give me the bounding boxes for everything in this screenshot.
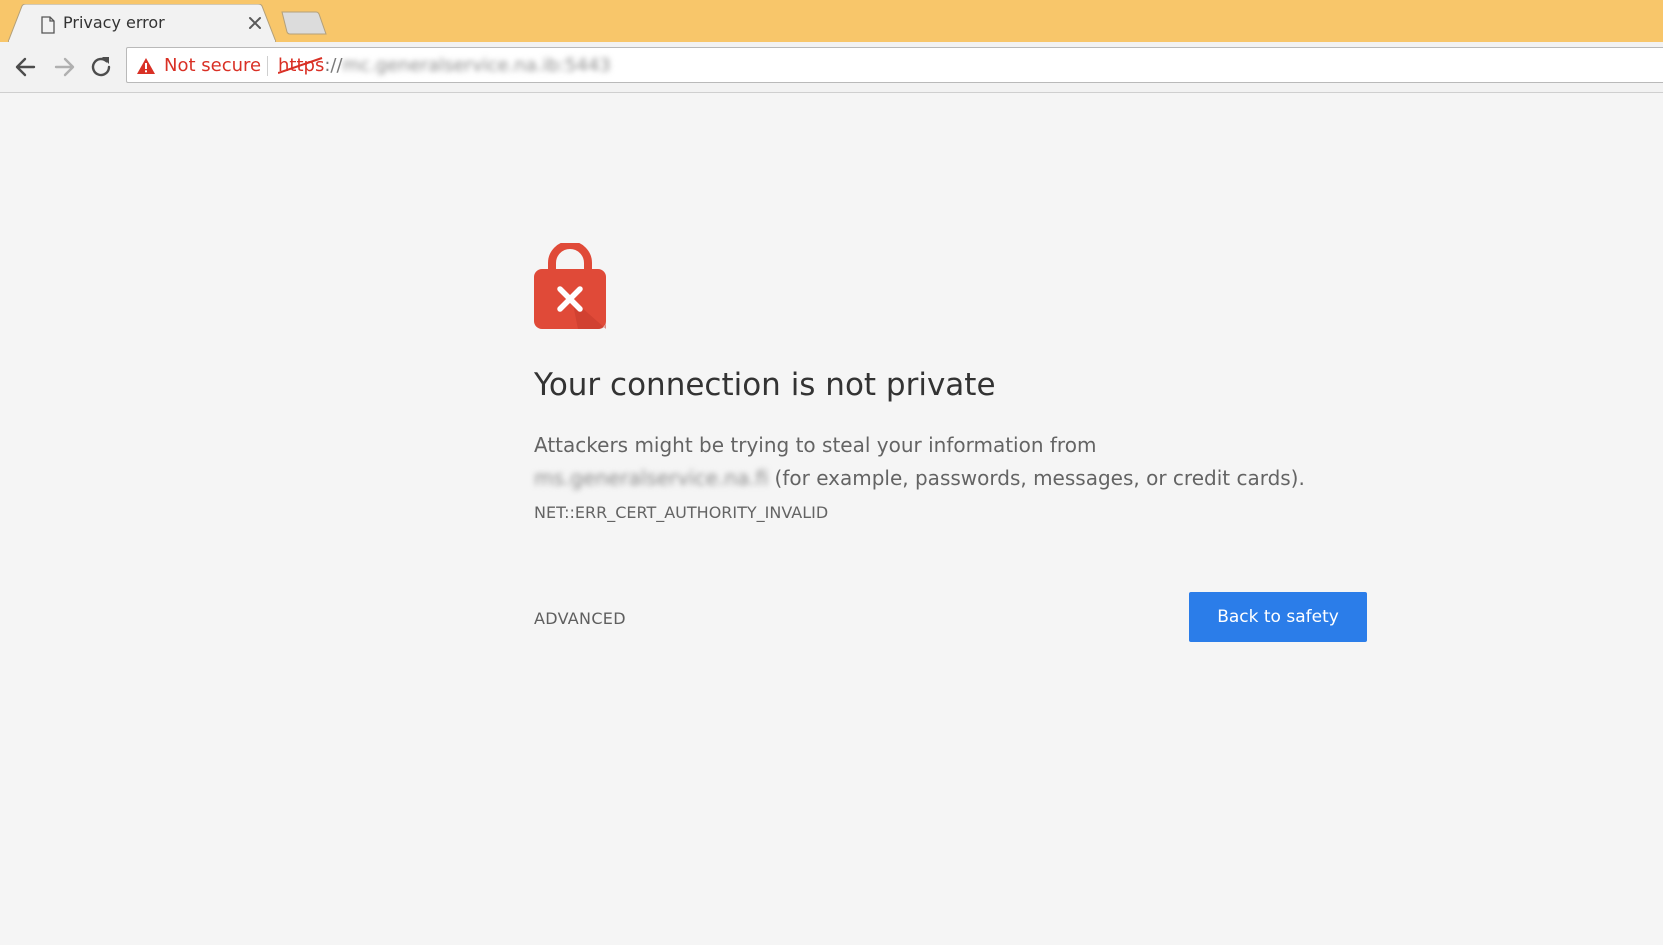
warning-triangle-icon[interactable] — [136, 57, 156, 75]
browser-toolbar: Not secure https://mc.generalservice.na.… — [0, 42, 1663, 93]
page-title: Your connection is not private — [534, 367, 996, 403]
description-host: ms.generalservice.na.fi — [534, 466, 769, 490]
url-text[interactable]: https://mc.generalservice.na.ib:5443 — [278, 55, 611, 76]
url-separator: :// — [324, 55, 343, 76]
arrow-right-icon[interactable] — [50, 54, 78, 80]
address-bar[interactable]: Not secure https://mc.generalservice.na.… — [126, 47, 1663, 83]
arrow-left-icon[interactable] — [12, 54, 40, 80]
description-prefix: Attackers might be trying to steal your … — [534, 433, 1097, 457]
document-icon — [41, 16, 55, 34]
advanced-button[interactable]: ADVANCED — [534, 609, 626, 628]
omnibox-divider — [267, 56, 268, 76]
description-suffix: (for example, passwords, messages, or cr… — [768, 466, 1305, 490]
close-icon[interactable] — [246, 14, 264, 32]
url-scheme: https — [278, 55, 324, 76]
lock-error-icon — [534, 243, 606, 329]
security-status-label[interactable]: Not secure — [164, 55, 261, 76]
back-to-safety-button[interactable]: Back to safety — [1189, 592, 1367, 642]
strikethrough-icon — [278, 57, 323, 74]
tab-title: Privacy error — [63, 13, 165, 32]
tab-strip: Privacy error — [0, 0, 1663, 42]
tab-privacy-error[interactable]: Privacy error — [8, 4, 276, 42]
error-code[interactable]: NET::ERR_CERT_AUTHORITY_INVALID — [534, 503, 828, 522]
url-host: mc.generalservice.na.ib:5443 — [342, 55, 611, 76]
reload-icon[interactable] — [88, 54, 116, 80]
new-tab-button[interactable] — [280, 10, 328, 36]
error-description: Attackers might be trying to steal your … — [534, 429, 1334, 529]
interstitial-page: Your connection is not private Attackers… — [0, 93, 1663, 945]
